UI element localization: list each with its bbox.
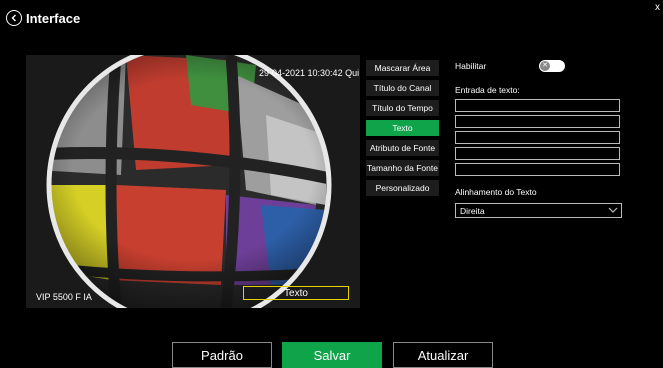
osd-menu: Mascarar Área Título do Canal Título do … (366, 60, 439, 200)
camera-name-overlay: VIP 5500 F IA (36, 292, 92, 302)
toggle-off-icon: ✕ (540, 61, 550, 71)
menu-item-titulo-canal[interactable]: Título do Canal (366, 80, 439, 96)
title-bar: Interface (6, 7, 80, 29)
timestamp-overlay: 29-04-2021 10:30:42 Qui (259, 68, 360, 78)
footer: Padrão Salvar Atualizar (0, 336, 663, 368)
refresh-button[interactable]: Atualizar (393, 342, 493, 368)
text-line-3-input[interactable] (455, 131, 620, 144)
close-icon[interactable]: x (655, 2, 660, 13)
menu-item-tamanho-fonte[interactable]: Tamanho da Fonte (366, 160, 439, 176)
alignment-select[interactable]: Direita (455, 203, 622, 218)
menu-item-titulo-tempo[interactable]: Título do Tempo (366, 100, 439, 116)
text-line-1-input[interactable] (455, 99, 620, 112)
menu-item-atributo-fonte[interactable]: Atributo de Fonte (366, 140, 439, 156)
page-title: Interface (26, 10, 81, 26)
text-line-4-input[interactable] (455, 147, 620, 160)
interface-window: Interface x 29-04-2021 10:30:42 Qui VIP … (0, 0, 663, 368)
menu-item-texto[interactable]: Texto (366, 120, 439, 136)
menu-item-personalizado[interactable]: Personalizado (366, 180, 439, 196)
back-icon[interactable] (6, 10, 22, 26)
text-line-5-input[interactable] (455, 163, 620, 176)
save-button[interactable]: Salvar (282, 342, 382, 368)
fisheye-image (26, 55, 360, 308)
enable-toggle[interactable]: ✕ (539, 60, 565, 72)
camera-preview (26, 55, 360, 308)
text-line-2-input[interactable] (455, 115, 620, 128)
default-button[interactable]: Padrão (172, 342, 272, 368)
text-input-label: Entrada de texto: (455, 85, 520, 95)
menu-item-mascarar-area[interactable]: Mascarar Área (366, 60, 439, 76)
text-overlay-box[interactable]: Texto (243, 286, 349, 300)
alignment-label: Alinhamento do Texto (455, 187, 537, 197)
enable-label: Habilitar (455, 61, 487, 71)
alignment-value: Direita (460, 205, 485, 216)
text-overlay-label: Texto (284, 287, 308, 299)
chevron-down-icon (608, 206, 618, 216)
